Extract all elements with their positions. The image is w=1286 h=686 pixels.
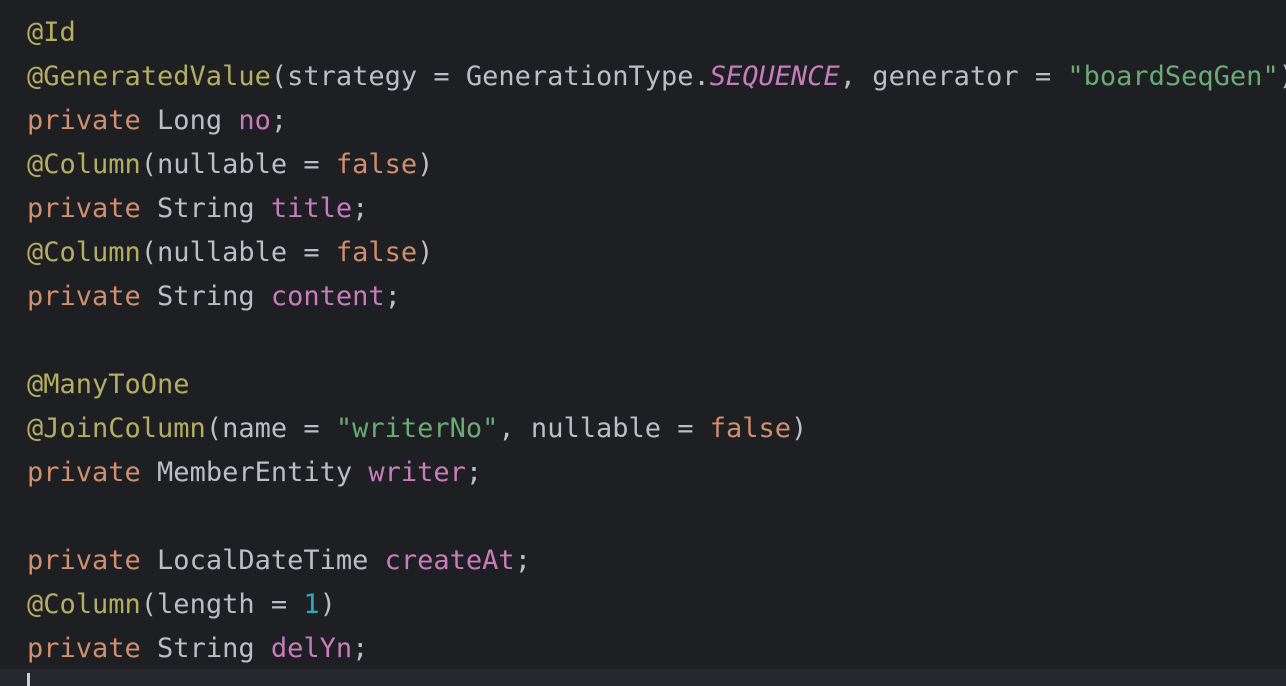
code-token: title (270, 193, 353, 224)
code-editor[interactable]: @Id @GeneratedValue(strategy = Generation… (0, 0, 1286, 686)
code-line[interactable]: @Column(length = 1) (27, 583, 336, 627)
code-token: private (27, 545, 141, 576)
code-token: (nullable = (140, 149, 336, 180)
code-token: ) (417, 149, 434, 180)
code-token: ) (791, 413, 808, 444)
code-token: createAt (384, 545, 515, 576)
code-token: ) (319, 589, 336, 620)
code-token: ; (514, 545, 531, 576)
current-line-highlight (0, 669, 1286, 686)
code-token: ) (417, 237, 434, 268)
code-token: (length = (140, 589, 304, 620)
code-token: ) (1279, 61, 1286, 92)
code-token: private (27, 105, 141, 136)
code-token: @Column (27, 589, 141, 620)
code-token: (name = (205, 413, 336, 444)
code-token: LocalDateTime (140, 545, 385, 576)
code-line[interactable]: @JoinColumn(name = "writerNo", nullable … (27, 407, 807, 451)
code-token: ; (352, 633, 369, 664)
code-token: @Column (27, 237, 141, 268)
code-token: 1 (303, 589, 320, 620)
code-token: private (27, 193, 141, 224)
code-line[interactable]: @Id (27, 11, 76, 55)
code-token: private (27, 281, 141, 312)
code-line[interactable]: private String content; (27, 275, 401, 319)
code-token: content (270, 281, 385, 312)
code-token: @Id (27, 17, 76, 48)
code-token: false (335, 149, 418, 180)
code-token: ; (270, 105, 288, 136)
code-token: private (27, 633, 141, 664)
code-token: ; (352, 193, 369, 224)
code-token: @ManyToOne (27, 369, 190, 400)
code-token: Long (140, 105, 239, 136)
code-token: SEQUENCE (709, 61, 840, 92)
code-token: writer (368, 457, 466, 488)
code-line[interactable]: @Column(nullable = false) (27, 143, 433, 187)
code-token: @GeneratedValue (27, 61, 271, 92)
code-token: @JoinColumn (27, 413, 206, 444)
code-token: String (140, 633, 271, 664)
code-token: no (238, 105, 271, 136)
code-line[interactable]: private MemberEntity writer; (27, 451, 482, 495)
code-token: String (140, 281, 271, 312)
code-token: "boardSeqGen" (1067, 61, 1279, 92)
code-line[interactable]: @Column(nullable = false) (27, 231, 433, 275)
code-token: false (709, 413, 792, 444)
code-line[interactable]: private LocalDateTime createAt; (27, 539, 531, 583)
text-caret (27, 673, 30, 686)
code-line[interactable]: private String delYn; (27, 627, 368, 671)
code-token: String (140, 193, 271, 224)
code-token: , nullable = (498, 413, 710, 444)
code-line[interactable]: private Long no; (27, 99, 287, 143)
code-token: (nullable = (140, 237, 336, 268)
code-token: false (335, 237, 418, 268)
code-line[interactable]: @GeneratedValue(strategy = GenerationTyp… (27, 55, 1286, 99)
code-token: "writerNo" (335, 413, 499, 444)
code-token: (strategy = GenerationType. (270, 61, 710, 92)
code-token: delYn (270, 633, 353, 664)
code-token: @Column (27, 149, 141, 180)
code-token: , generator = (839, 61, 1068, 92)
code-line[interactable]: private String title; (27, 187, 368, 231)
code-token: private (27, 457, 141, 488)
code-token: ; (465, 457, 483, 488)
code-line[interactable]: @ManyToOne (27, 363, 190, 407)
code-token: ; (384, 281, 401, 312)
code-token: MemberEntity (140, 457, 369, 488)
